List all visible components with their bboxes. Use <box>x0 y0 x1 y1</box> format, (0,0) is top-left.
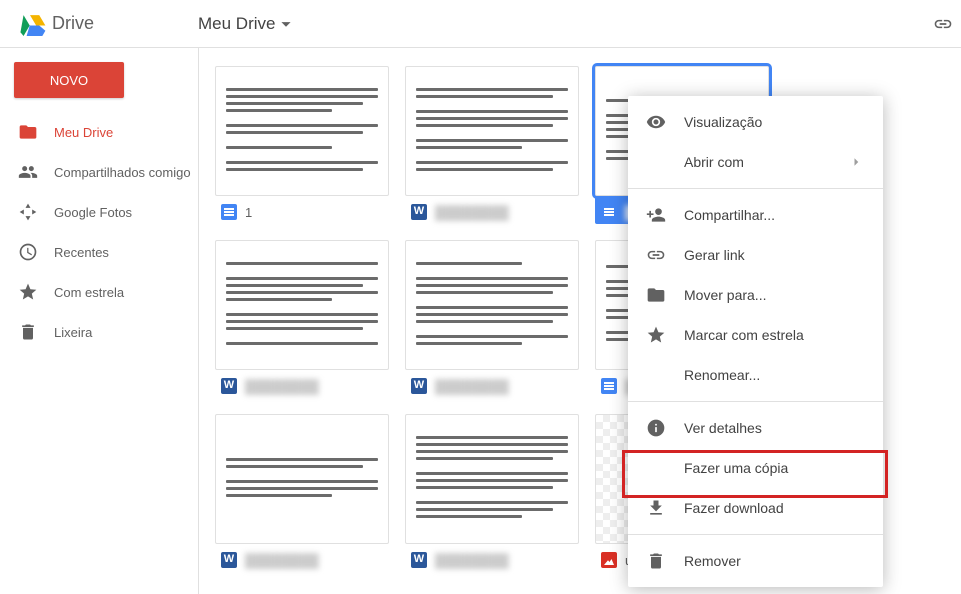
sidebar-item-label: Meu Drive <box>54 125 113 140</box>
word-icon <box>411 552 427 568</box>
context-menu: Visualização Abrir com Compartilhar... G… <box>628 96 883 587</box>
sidebar-item-starred[interactable]: Com estrela <box>0 272 198 312</box>
separator <box>628 188 883 189</box>
file-name: 1 <box>245 205 252 220</box>
ctx-item-label: Visualização <box>684 114 762 130</box>
sidebar-item-my-drive[interactable]: Meu Drive <box>0 112 198 152</box>
ctx-item-label: Remover <box>684 553 741 569</box>
sidebar-item-photos[interactable]: Google Fotos <box>0 192 198 232</box>
file-name: ████████ <box>435 205 509 220</box>
chevron-down-icon <box>275 13 297 35</box>
header-actions <box>933 14 953 34</box>
photos-icon <box>18 202 38 222</box>
header: Drive Meu Drive <box>0 0 961 48</box>
ctx-item-make-copy[interactable]: Fazer uma cópia <box>628 448 883 488</box>
eye-icon <box>646 112 666 132</box>
ctx-item-label: Abrir com <box>684 154 744 170</box>
folder-icon <box>646 285 666 305</box>
docs-icon <box>601 204 617 220</box>
people-icon <box>18 162 38 182</box>
file-name: ████████ <box>435 379 509 394</box>
file-card[interactable]: ████████ <box>405 414 579 572</box>
ctx-item-get-link[interactable]: Gerar link <box>628 235 883 275</box>
ctx-item-rename[interactable]: Renomear... <box>628 355 883 395</box>
star-icon <box>646 325 666 345</box>
word-icon <box>221 552 237 568</box>
sidebar-item-shared[interactable]: Compartilhados comigo <box>0 152 198 192</box>
sidebar-item-label: Com estrela <box>54 285 124 300</box>
separator <box>628 534 883 535</box>
file-card[interactable]: ████████ <box>215 240 389 398</box>
ctx-item-move[interactable]: Mover para... <box>628 275 883 315</box>
trash-icon <box>646 551 666 571</box>
docs-icon <box>601 378 617 394</box>
file-thumbnail <box>405 66 579 196</box>
ctx-item-label: Fazer download <box>684 500 784 516</box>
sidebar-item-label: Google Fotos <box>54 205 132 220</box>
download-icon <box>646 498 666 518</box>
file-label: 1 <box>215 196 389 224</box>
ctx-item-label: Gerar link <box>684 247 745 263</box>
sidebar-item-recent[interactable]: Recentes <box>0 232 198 272</box>
file-label: ████████ <box>405 370 579 398</box>
sidebar: NOVO Meu Drive Compartilhados comigo Goo… <box>0 48 198 594</box>
folder-icon <box>18 122 38 142</box>
file-thumbnail <box>215 66 389 196</box>
word-icon <box>411 378 427 394</box>
ctx-item-label: Renomear... <box>684 367 760 383</box>
ctx-item-star[interactable]: Marcar com estrela <box>628 315 883 355</box>
new-button[interactable]: NOVO <box>14 62 124 98</box>
link-icon[interactable] <box>933 14 953 34</box>
ctx-item-label: Marcar com estrela <box>684 327 804 343</box>
word-icon <box>221 378 237 394</box>
app-name: Drive <box>52 13 94 34</box>
file-thumbnail <box>215 240 389 370</box>
drive-logo-icon <box>18 12 46 36</box>
ctx-item-remove[interactable]: Remover <box>628 541 883 581</box>
sidebar-item-label: Recentes <box>54 245 109 260</box>
trash-icon <box>18 322 38 342</box>
ctx-item-details[interactable]: Ver detalhes <box>628 408 883 448</box>
file-card[interactable]: ████████ <box>215 414 389 572</box>
file-name: ████████ <box>245 379 319 394</box>
file-card[interactable]: ████████ <box>405 66 579 224</box>
file-label: ████████ <box>215 544 389 572</box>
ctx-item-open-with[interactable]: Abrir com <box>628 142 883 182</box>
file-thumbnail <box>215 414 389 544</box>
info-icon <box>646 418 666 438</box>
file-label: ████████ <box>405 544 579 572</box>
ctx-item-preview[interactable]: Visualização <box>628 102 883 142</box>
breadcrumb[interactable]: Meu Drive <box>198 13 297 35</box>
image-icon <box>601 552 617 568</box>
file-label: ████████ <box>405 196 579 224</box>
file-card[interactable]: 1 <box>215 66 389 224</box>
sidebar-item-label: Lixeira <box>54 325 92 340</box>
ctx-item-label: Ver detalhes <box>684 420 762 436</box>
ctx-item-label: Fazer uma cópia <box>684 460 788 476</box>
sidebar-item-label: Compartilhados comigo <box>54 165 191 180</box>
file-card[interactable]: ████████ <box>405 240 579 398</box>
clock-icon <box>18 242 38 262</box>
ctx-item-share[interactable]: Compartilhar... <box>628 195 883 235</box>
file-name: ████████ <box>245 553 319 568</box>
word-icon <box>411 204 427 220</box>
breadcrumb-label: Meu Drive <box>198 14 275 34</box>
ctx-item-label: Mover para... <box>684 287 766 303</box>
link-icon <box>646 245 666 265</box>
person-add-icon <box>646 205 666 225</box>
chevron-right-icon <box>847 153 865 171</box>
logo[interactable]: Drive <box>8 12 198 36</box>
docs-icon <box>221 204 237 220</box>
ctx-item-download[interactable]: Fazer download <box>628 488 883 528</box>
star-icon <box>18 282 38 302</box>
file-name: ████████ <box>435 553 509 568</box>
separator <box>628 401 883 402</box>
sidebar-item-trash[interactable]: Lixeira <box>0 312 198 352</box>
file-label: ████████ <box>215 370 389 398</box>
file-thumbnail <box>405 240 579 370</box>
file-thumbnail <box>405 414 579 544</box>
ctx-item-label: Compartilhar... <box>684 207 775 223</box>
